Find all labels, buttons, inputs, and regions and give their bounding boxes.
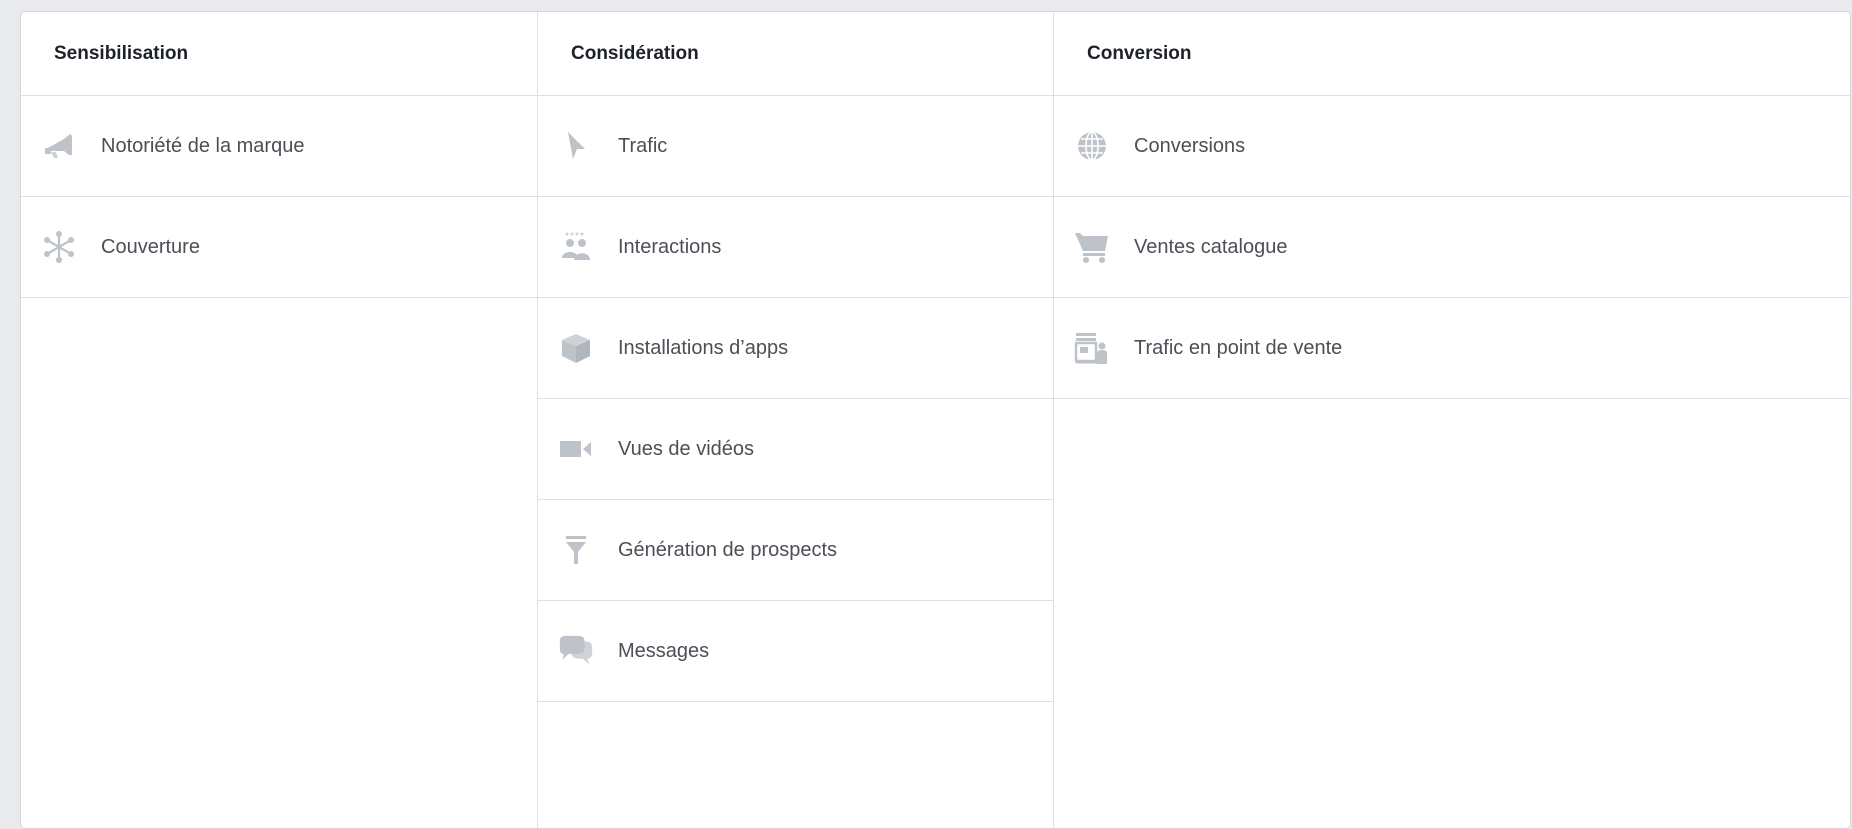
objective-catalog-sales[interactable]: Ventes catalogue bbox=[1054, 197, 1850, 298]
column-awareness: Sensibilisation Notoriété de la marque C… bbox=[21, 12, 537, 828]
objective-panel: Sensibilisation Notoriété de la marque C… bbox=[20, 11, 1851, 829]
objective-label: Trafic en point de vente bbox=[1134, 336, 1343, 359]
column-header-consideration: Considération bbox=[538, 12, 1053, 96]
shopping-cart-icon bbox=[1074, 229, 1110, 265]
objective-lead-generation[interactable]: Génération de prospects bbox=[538, 500, 1053, 601]
objective-traffic[interactable]: Trafic bbox=[538, 96, 1053, 197]
globe-icon bbox=[1074, 128, 1110, 164]
megaphone-icon bbox=[41, 128, 77, 164]
chat-bubbles-icon bbox=[558, 633, 594, 669]
objective-label: Notoriété de la marque bbox=[101, 134, 305, 157]
cursor-icon bbox=[558, 128, 594, 164]
objective-messages[interactable]: Messages bbox=[538, 601, 1053, 702]
objective-label: Messages bbox=[618, 639, 710, 662]
objective-label: Trafic bbox=[618, 134, 668, 157]
objective-conversions[interactable]: Conversions bbox=[1054, 96, 1850, 197]
column-header-awareness: Sensibilisation bbox=[21, 12, 537, 96]
objective-store-traffic[interactable]: Trafic en point de vente bbox=[1054, 298, 1850, 399]
objective-reach[interactable]: Couverture bbox=[21, 197, 537, 298]
objective-label: Génération de prospects bbox=[618, 538, 838, 561]
objective-label: Couverture bbox=[101, 235, 200, 258]
reach-asterisk-icon bbox=[41, 229, 77, 265]
objective-label: Conversions bbox=[1134, 134, 1246, 157]
video-camera-icon bbox=[558, 431, 594, 467]
funnel-icon bbox=[558, 532, 594, 568]
objective-video-views[interactable]: Vues de vidéos bbox=[538, 399, 1053, 500]
column-header-conversion: Conversion bbox=[1054, 12, 1850, 96]
objective-engagement[interactable]: Interactions bbox=[538, 197, 1053, 298]
box-icon bbox=[558, 330, 594, 366]
objective-label: Ventes catalogue bbox=[1134, 235, 1288, 258]
objective-label: Interactions bbox=[618, 235, 722, 258]
column-conversion: Conversion Conversions Ventes catalogue … bbox=[1053, 12, 1850, 828]
storefront-icon bbox=[1074, 330, 1110, 366]
objective-label: Vues de vidéos bbox=[618, 437, 755, 460]
column-consideration: Considération Trafic Interactions Instal… bbox=[537, 12, 1053, 828]
people-icon bbox=[558, 229, 594, 265]
objective-label: Installations d’apps bbox=[618, 336, 789, 359]
objective-app-installs[interactable]: Installations d’apps bbox=[538, 298, 1053, 399]
objective-brand-awareness[interactable]: Notoriété de la marque bbox=[21, 96, 537, 197]
